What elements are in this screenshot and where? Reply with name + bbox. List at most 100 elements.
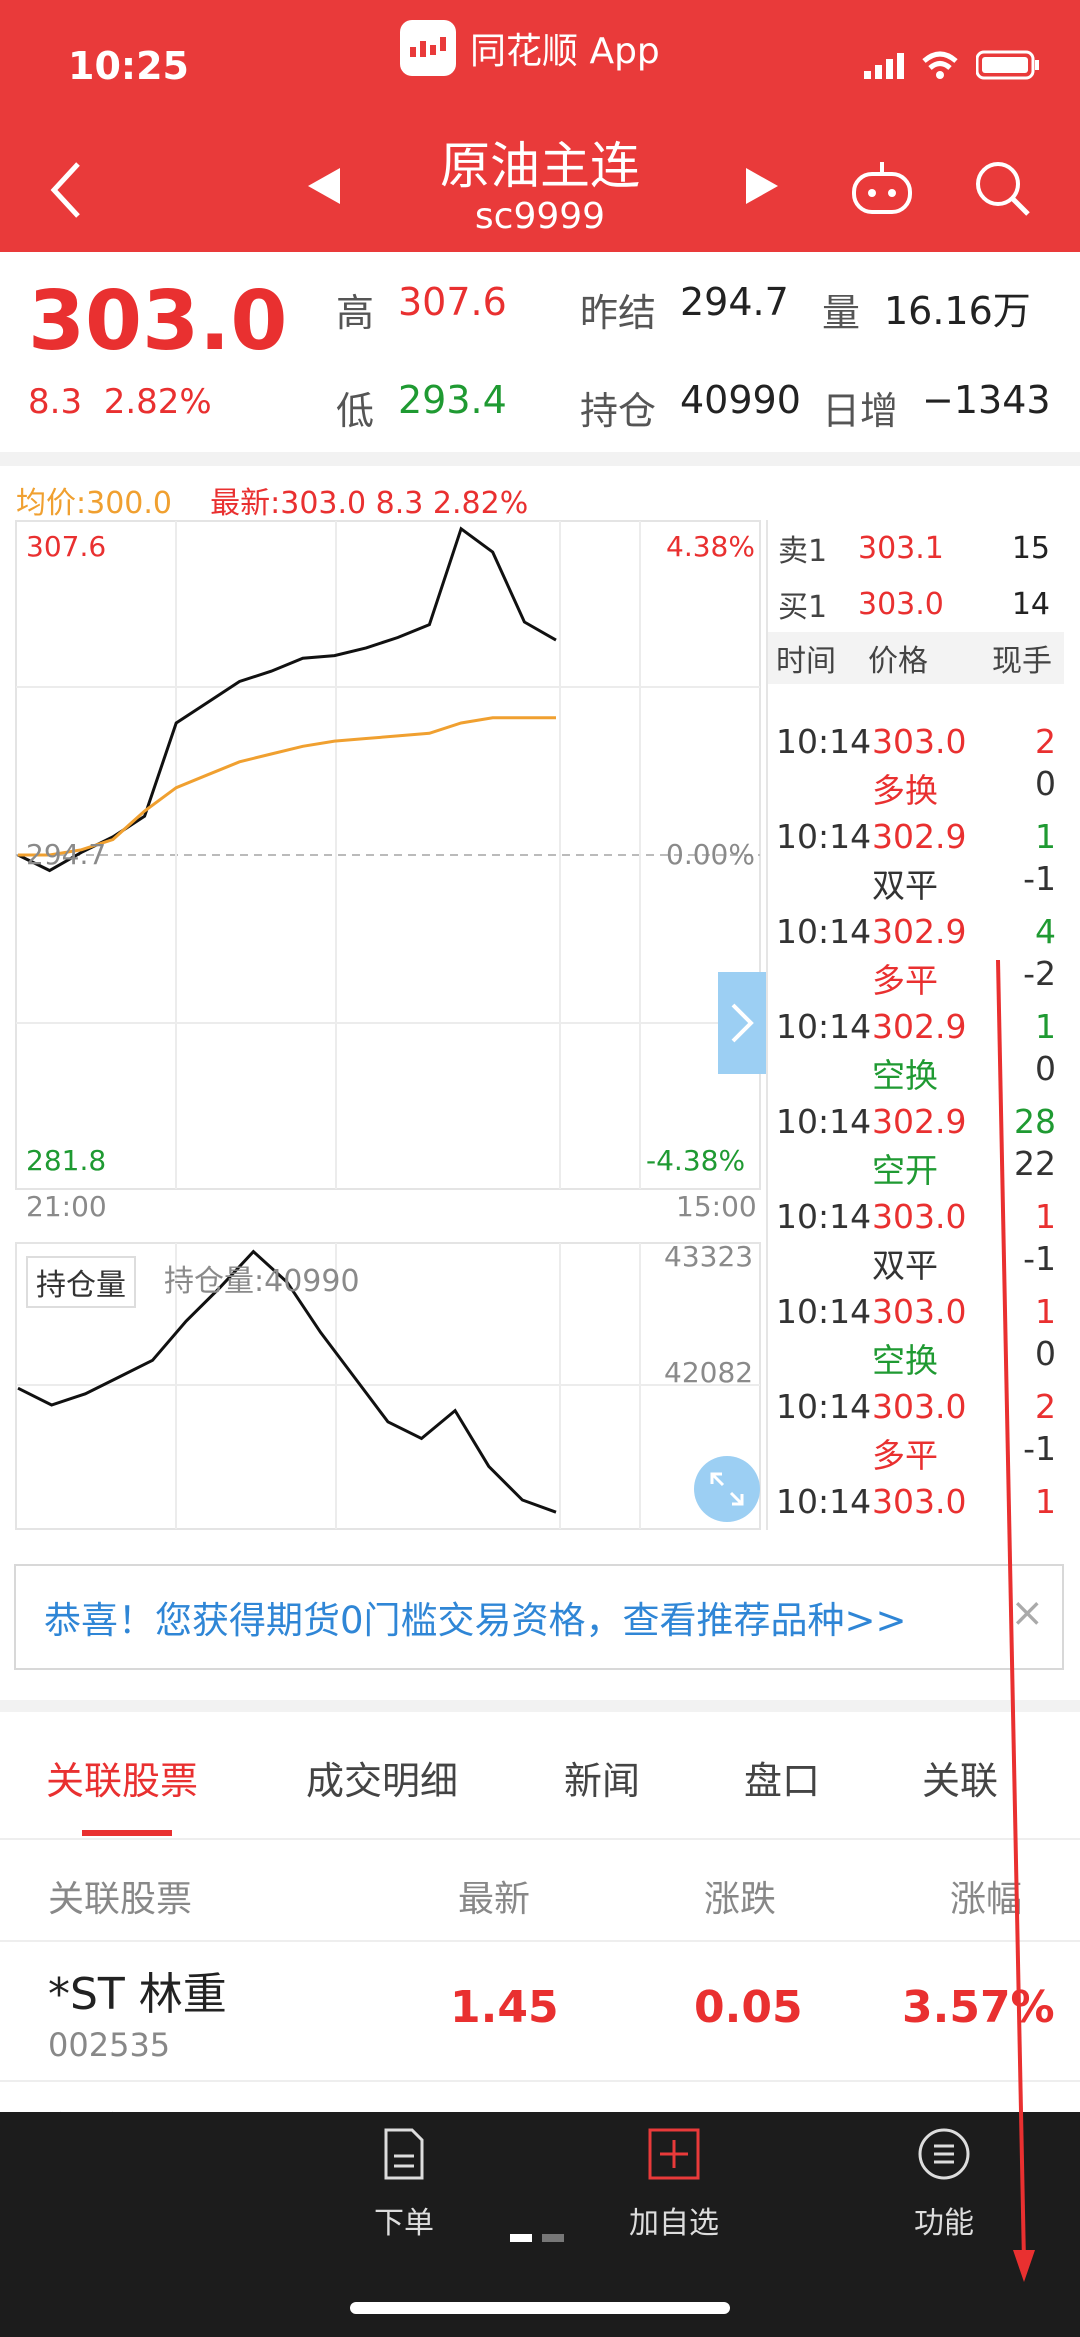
signal-icon bbox=[864, 53, 904, 79]
tick-time: 10:14 bbox=[776, 1007, 872, 1046]
volume-value: 16.16万 bbox=[884, 289, 1031, 333]
home-indicator[interactable] bbox=[350, 2302, 730, 2314]
table-row[interactable]: *ST 林重 002535 1.45 0.05 3.57% bbox=[0, 1942, 1080, 2082]
order-label: 下单 bbox=[374, 2206, 434, 2241]
oi-pane-value: 持仓量:40990 bbox=[164, 1264, 360, 1299]
volume-label: 量 bbox=[822, 291, 861, 335]
x-end-label: 15:00 bbox=[676, 1190, 757, 1223]
tab-related-stocks[interactable]: 关联股票 bbox=[46, 1750, 198, 1805]
daily-inc-label: 日增 bbox=[822, 389, 899, 433]
app-switch-pill[interactable]: 同花顺 App bbox=[400, 20, 660, 76]
tick-delta: -1 bbox=[1023, 1239, 1056, 1278]
tick-time: 10:14 bbox=[776, 1482, 872, 1521]
intraday-chart[interactable] bbox=[0, 515, 766, 1535]
y-right-mid: 0.00% bbox=[666, 838, 755, 871]
tick-delta: 22 bbox=[1014, 1144, 1056, 1183]
tick-kind: 双平 bbox=[872, 1246, 938, 1285]
chevron-right-icon bbox=[731, 1003, 754, 1043]
price-series bbox=[17, 526, 557, 873]
tick-qty: 1 bbox=[1035, 1197, 1056, 1236]
tick-row: 10:14 303.0 2 多平 -1 bbox=[768, 1381, 1064, 1476]
tick-price: 302.9 bbox=[872, 1007, 967, 1046]
tick-time: 10:14 bbox=[776, 912, 872, 951]
tick-qty: 1 bbox=[1035, 1482, 1056, 1521]
next-contract-icon[interactable] bbox=[744, 166, 780, 206]
tick-delta: 0 bbox=[1035, 1334, 1056, 1373]
price-line bbox=[17, 526, 557, 873]
oi-pane-title[interactable]: 持仓量 bbox=[26, 1256, 136, 1308]
fullscreen-icon bbox=[710, 1472, 744, 1506]
change-value: 8.3 bbox=[28, 382, 83, 422]
x-start-label: 21:00 bbox=[26, 1190, 107, 1223]
banner-text: 恭喜！您获得期货0门槛交易资格，查看推荐品种>> bbox=[44, 1599, 907, 1642]
low-label: 低 bbox=[336, 389, 375, 433]
change-pct: 2.82% bbox=[103, 382, 212, 422]
tick-time: 10:14 bbox=[776, 817, 872, 856]
tick-row: 10:14303.0 1 双平 -1 bbox=[768, 1476, 1064, 1530]
tick-header-time: 时间 bbox=[776, 644, 836, 679]
stock-pct: 3.57% bbox=[902, 1982, 1055, 2033]
low-value: 293.4 bbox=[398, 378, 507, 422]
y-left-mid: 294.7 bbox=[26, 838, 107, 871]
tick-delta: 0 bbox=[1035, 1049, 1056, 1088]
tab-related[interactable]: 关联 bbox=[922, 1750, 998, 1805]
tick-price: 302.9 bbox=[872, 817, 967, 856]
fullscreen-button[interactable] bbox=[694, 1456, 760, 1522]
ask-volume: 15 bbox=[1011, 530, 1050, 566]
tick-panel[interactable]: 卖1 303.1 15 买1 303.0 14 时间 价格 现手 10:14 30… bbox=[766, 520, 1064, 1530]
tick-kind: 多平 bbox=[872, 1436, 938, 1475]
tick-price: 303.0 bbox=[872, 722, 967, 761]
tick-rows: 10:14 303.0 2 多换 0 10:14 302.9 1 双平 -1 10:14 302.9 4… bbox=[768, 716, 1064, 1530]
bid-volume: 14 bbox=[1011, 586, 1050, 622]
open-interest-label: 持仓 bbox=[580, 389, 657, 433]
expand-ticks-button[interactable] bbox=[718, 972, 766, 1074]
search-icon[interactable] bbox=[972, 158, 1032, 218]
tick-time: 10:14 bbox=[776, 1387, 872, 1426]
y-right-top: 4.38% bbox=[666, 530, 755, 563]
contract-code: sc9999 bbox=[474, 196, 606, 237]
tick-qty: 1 bbox=[1035, 817, 1056, 856]
price-change: 8.3 2.82% bbox=[28, 382, 212, 422]
avg-price-line bbox=[18, 716, 556, 857]
app-logo-icon bbox=[400, 20, 456, 76]
tick-price: 302.9 bbox=[872, 912, 967, 951]
page-indicator bbox=[510, 2234, 564, 2242]
tick-row: 10:14 302.9 1 双平 -1 bbox=[768, 811, 1064, 906]
tick-delta: -2 bbox=[1023, 954, 1056, 993]
high-label: 高 bbox=[336, 291, 375, 335]
tab-trade-detail[interactable]: 成交明细 bbox=[306, 1750, 458, 1805]
bid-price: 303.0 bbox=[858, 586, 944, 622]
tick-price: 303.0 bbox=[872, 1292, 967, 1331]
tick-qty: 2 bbox=[1035, 722, 1056, 761]
tick-kind: 多换 bbox=[872, 771, 938, 810]
tab-order-book[interactable]: 盘口 bbox=[744, 1750, 820, 1805]
prev-settle-value: 294.7 bbox=[680, 280, 789, 324]
status-icons bbox=[864, 50, 1040, 80]
tick-qty: 1 bbox=[1035, 1007, 1056, 1046]
robot-icon[interactable] bbox=[850, 160, 914, 216]
tick-kind: 双平 bbox=[872, 866, 938, 905]
tick-row: 10:14 302.9 28 空开 22 bbox=[768, 1096, 1064, 1191]
daily-inc-value: −1343 bbox=[922, 378, 1051, 422]
oi-y-top: 43323 bbox=[664, 1240, 754, 1273]
promo-banner[interactable]: 恭喜！您获得期货0门槛交易资格，查看推荐品种>> × bbox=[14, 1564, 1064, 1670]
col-name: 关联股票 bbox=[48, 1879, 193, 1920]
bottom-toolbar: 下单 加自选 功能 bbox=[0, 2112, 1080, 2337]
high-value: 307.6 bbox=[398, 280, 507, 324]
stock-last: 1.45 bbox=[450, 1982, 559, 2033]
y-left-top: 307.6 bbox=[26, 530, 107, 563]
function-button[interactable]: 功能 bbox=[854, 2126, 1034, 2242]
tick-kind: 多平 bbox=[872, 961, 938, 1000]
divider bbox=[0, 452, 1080, 466]
order-button[interactable]: 下单 bbox=[314, 2126, 494, 2242]
tick-delta: 0 bbox=[1035, 764, 1056, 803]
close-icon[interactable]: × bbox=[1010, 1590, 1044, 1636]
open-interest-value: 40990 bbox=[680, 378, 801, 422]
add-watchlist-button[interactable]: 加自选 bbox=[584, 2126, 764, 2242]
tick-header-qty: 现手 bbox=[992, 644, 1052, 679]
quote-panel: 303.0 8.3 2.82% 高 307.6 低 293.4 昨结 294.7… bbox=[0, 252, 1080, 452]
tab-news[interactable]: 新闻 bbox=[564, 1750, 640, 1805]
tick-delta: -1 bbox=[1023, 859, 1056, 898]
ask-row: 卖1 303.1 15 bbox=[768, 520, 1064, 576]
tick-delta: -1 bbox=[1023, 1429, 1056, 1468]
